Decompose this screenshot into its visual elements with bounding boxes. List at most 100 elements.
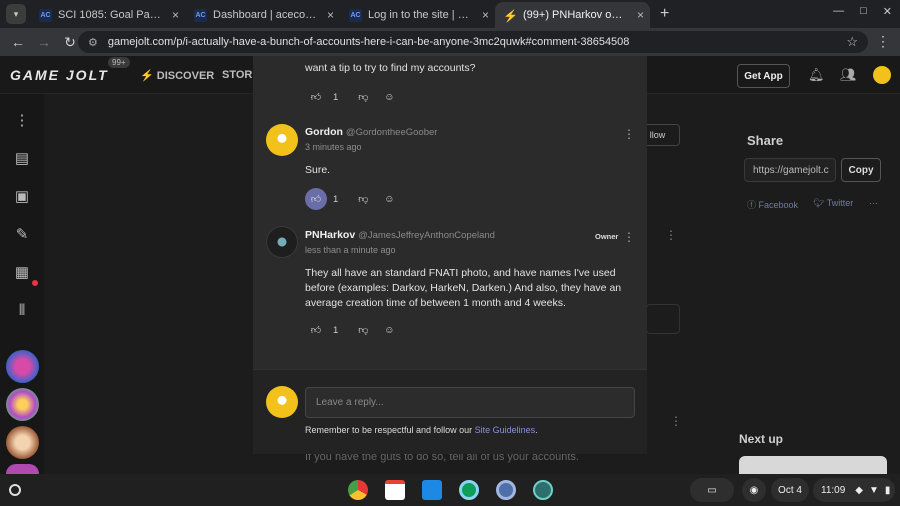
maximize-icon[interactable]: □ (860, 5, 867, 18)
forward-icon[interactable]: → (32, 34, 56, 50)
add-reaction-icon[interactable]: ☺ (378, 319, 400, 341)
comment-text: want a tip to try to find my accounts? (305, 62, 476, 74)
site-info-icon[interactable]: ⚙ (88, 36, 98, 49)
holding-space-icon[interactable]: ▭ (690, 478, 734, 502)
notification-count-badge: 99+ (108, 57, 130, 68)
friends-icon[interactable]: 👥︎ (840, 67, 857, 83)
comment-author[interactable]: Gordon @GordontheeGoober (305, 126, 437, 138)
dislike-icon[interactable]: 👎︎ (352, 319, 374, 341)
copy-button[interactable]: Copy (841, 158, 881, 182)
chrome-icon[interactable] (348, 480, 368, 500)
community-icon[interactable] (6, 388, 39, 421)
dislike-icon[interactable]: 👎︎ (352, 86, 374, 108)
unread-dot (32, 280, 38, 286)
close-icon[interactable]: × (482, 8, 489, 22)
gamejolt-logo[interactable]: GAME JOLT (10, 67, 109, 83)
post-menu-icon[interactable]: ⋮ (670, 414, 682, 428)
tab-search-chevron-icon[interactable]: ▾ (6, 4, 26, 24)
back-icon[interactable]: ← (6, 34, 30, 50)
comment-time[interactable]: 3 minutes ago (305, 142, 362, 152)
files-icon[interactable] (422, 480, 442, 500)
close-icon[interactable]: × (172, 8, 179, 22)
comment-actions: 👍︎ 1 👎︎ ☺ (305, 188, 400, 210)
backpack-icon[interactable]: ▣ (12, 186, 32, 206)
comment-menu-icon[interactable]: ⋮ (623, 127, 635, 141)
twitter-label: Twitter (826, 198, 854, 208)
battery-icon: ▮ (884, 484, 891, 496)
add-reaction-icon[interactable]: ☺ (378, 86, 400, 108)
like-count: 1 (333, 324, 339, 336)
guidelines-notice: Remember to be respectful and follow our… (305, 425, 538, 435)
bell-icon[interactable]: 🔔︎ (808, 67, 825, 83)
ac-favicon-icon: AC (349, 9, 362, 22)
chat-icon[interactable]: ▦ (12, 262, 32, 282)
library-icon[interactable]: ⦀ (12, 300, 32, 320)
community-icon[interactable] (6, 464, 39, 474)
like-icon[interactable]: 👍︎ (305, 86, 327, 108)
date-tray[interactable]: Oct 4 (771, 478, 809, 502)
left-sidebar: ⋮ ▤ ▣ ✎ ▦ ⦀ (0, 94, 44, 474)
creator-icon[interactable]: ✎ (12, 224, 32, 244)
avatar[interactable] (266, 226, 298, 258)
activity-icon[interactable]: ⋮ (12, 110, 32, 130)
next-up-heading: Next up (739, 432, 784, 446)
post-menu-icon[interactable]: ⋮ (665, 228, 677, 242)
like-count: 1 (333, 193, 339, 205)
close-icon[interactable]: × (327, 8, 334, 22)
new-tab-icon[interactable]: + (660, 5, 669, 23)
like-icon[interactable]: 👍︎ (305, 188, 327, 210)
like-count: 1 (333, 91, 339, 103)
comment-author[interactable]: PNHarkov @JamesJeffreyAnthonCopeland (305, 229, 495, 241)
bookmark-star-icon[interactable]: ☆ (846, 34, 858, 50)
browser-tab[interactable]: AC Dashboard | aceconnect × (185, 2, 340, 28)
browser-tab-strip: ▾ AC SCI 1085: Goal Page | aceconn × AC … (0, 0, 900, 28)
store-icon[interactable]: ▤ (12, 148, 32, 168)
nav-discover[interactable]: ⚡ DISCOVER (140, 69, 214, 82)
guidelines-prefix: Remember to be respectful and follow our (305, 425, 473, 435)
os-shelf: ▭ ◉ Oct 4 11:09 ◆ ▼ ▮ (0, 474, 900, 506)
author-handle: @JamesJeffreyAnthonCopeland (358, 230, 495, 241)
avatar[interactable] (266, 124, 298, 156)
dislike-icon[interactable]: 👎︎ (352, 188, 374, 210)
meet-icon[interactable] (459, 480, 479, 500)
like-icon[interactable]: 👍︎ (305, 319, 327, 341)
tab-title: SCI 1085: Goal Page | aceconn (58, 9, 163, 21)
author-name: PNHarkov (305, 229, 356, 241)
share-more-icon[interactable]: ⋯ (869, 198, 878, 209)
comment-text: Sure. (305, 164, 331, 176)
ac-favicon-icon: AC (39, 9, 52, 22)
address-bar[interactable]: ⚙ gamejolt.com/p/i-actually-have-a-bunch… (78, 31, 868, 53)
minimize-icon[interactable]: — (833, 5, 844, 18)
tab-title: Log in to the site | aceconnect (368, 9, 473, 21)
comment-thread: want a tip to try to find my accounts? 👍… (253, 56, 647, 369)
get-app-button[interactable]: Get App (737, 64, 790, 88)
tab-title: (99+) PNHarkov on Game Jolt (523, 9, 628, 21)
launcher-icon[interactable] (9, 484, 21, 496)
settings-icon[interactable] (496, 480, 516, 500)
screen-capture-icon[interactable]: ◉ (742, 478, 766, 502)
community-icon[interactable] (6, 350, 39, 383)
comment-menu-icon[interactable]: ⋮ (623, 230, 635, 244)
close-window-icon[interactable]: ✕ (883, 5, 892, 18)
avatar (266, 386, 298, 418)
browser-tab-active[interactable]: ⚡ (99+) PNHarkov on Game Jolt × (495, 2, 650, 28)
author-name: Gordon (305, 126, 343, 138)
next-up-card[interactable] (739, 456, 887, 476)
author-handle: @GordontheeGoober (345, 127, 438, 138)
site-guidelines-link[interactable]: Site Guidelines (475, 425, 536, 435)
status-tray[interactable]: 11:09 ◆ ▼ ▮ (813, 478, 895, 502)
terminal-icon[interactable] (533, 480, 553, 500)
close-icon[interactable]: × (637, 8, 644, 22)
share-facebook-link[interactable]: ⓕ Facebook (747, 198, 798, 211)
comment-time[interactable]: less than a minute ago (305, 245, 396, 255)
share-twitter-link[interactable]: 🐦︎ Twitter (813, 198, 853, 209)
browser-tab[interactable]: AC Log in to the site | aceconnect × (340, 2, 495, 28)
reply-input[interactable]: Leave a reply... (305, 387, 635, 418)
share-url-field[interactable]: https://gamejolt.c (744, 158, 836, 182)
gmail-icon[interactable] (385, 480, 405, 500)
browser-tab[interactable]: AC SCI 1085: Goal Page | aceconn × (30, 2, 185, 28)
community-icon[interactable] (6, 426, 39, 459)
add-reaction-icon[interactable]: ☺ (378, 188, 400, 210)
user-avatar[interactable] (873, 66, 891, 84)
browser-menu-icon[interactable]: ⋮ (876, 33, 890, 50)
